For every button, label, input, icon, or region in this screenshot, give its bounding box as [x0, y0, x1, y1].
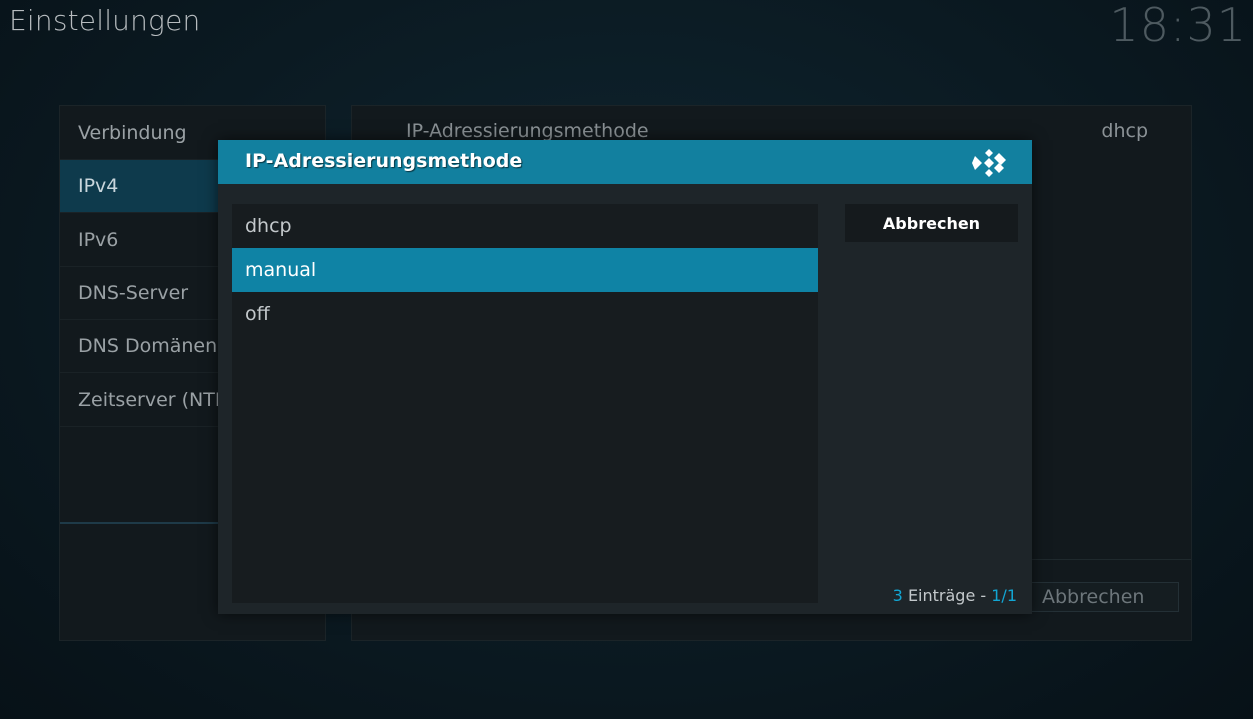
kodi-logo-icon [972, 149, 1006, 177]
background-cancel-button[interactable]: Abbrechen [1028, 582, 1179, 612]
dialog-title: IP-Adressierungsmethode [245, 150, 523, 172]
option-manual[interactable]: manual [232, 248, 818, 292]
select-dialog: IP-Adressierungsmethode dhcp manual off … [218, 140, 1032, 614]
page-indicator: 1/1 [991, 586, 1017, 605]
option-dhcp[interactable]: dhcp [232, 204, 818, 248]
setting-label[interactable]: IP-Adressierungsmethode [406, 120, 649, 142]
clock: 18:31 [1109, 0, 1247, 52]
option-off[interactable]: off [232, 292, 818, 336]
entries-counter: 3 Einträge - 1/1 [888, 586, 1017, 605]
entries-text: Einträge - [907, 586, 987, 605]
dialog-header: IP-Adressierungsmethode [218, 140, 1032, 184]
setting-value[interactable]: dhcp [1101, 120, 1148, 142]
entries-count: 3 [892, 586, 903, 605]
page-title: Einstellungen [9, 4, 201, 37]
options-list: dhcp manual off [232, 204, 818, 603]
cancel-button[interactable]: Abbrechen [845, 204, 1018, 242]
